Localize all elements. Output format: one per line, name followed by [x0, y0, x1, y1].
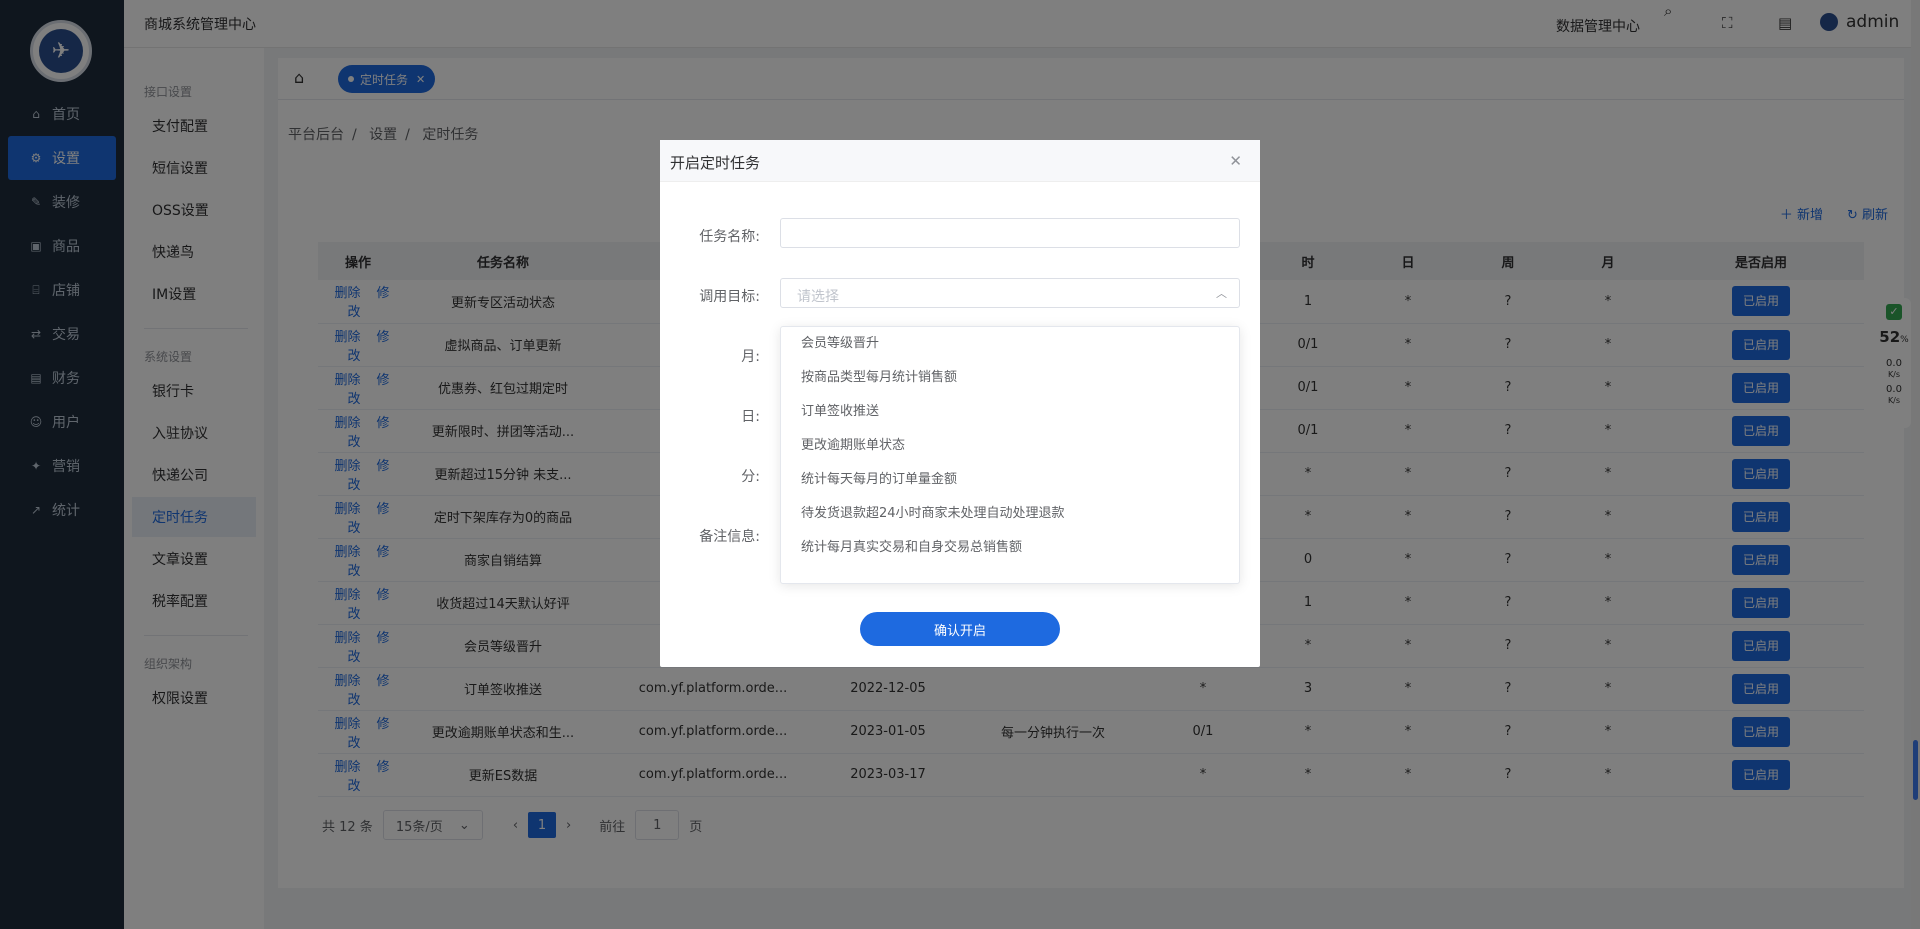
- task-name-label: 任务名称:: [699, 229, 760, 245]
- dropdown-option[interactable]: 订单签收推送: [781, 395, 1239, 429]
- task-name-row: 任务名称:: [660, 218, 1260, 250]
- day-label: 日:: [741, 409, 760, 425]
- remark-label: 备注信息:: [699, 529, 760, 545]
- dropdown-option[interactable]: 按商品类型每月统计销售额: [781, 361, 1239, 395]
- target-label: 调用目标:: [699, 289, 760, 305]
- target-placeholder: 请选择: [797, 289, 839, 305]
- close-icon[interactable]: ✕: [1229, 152, 1242, 170]
- task-name-input[interactable]: [780, 218, 1240, 248]
- month-label: 月:: [741, 349, 760, 365]
- dialog-header: 开启定时任务 ✕: [660, 140, 1260, 182]
- target-row: 调用目标: 请选择 ︿: [660, 278, 1260, 310]
- dropdown-option[interactable]: 统计每天每月的订单量金额: [781, 463, 1239, 497]
- dropdown-option[interactable]: 统计每月真实交易和自身交易总销售额: [781, 531, 1239, 565]
- minute-label: 分:: [741, 469, 760, 485]
- confirm-button[interactable]: 确认开启: [860, 612, 1060, 646]
- chevron-up-icon: ︿: [1216, 287, 1227, 300]
- start-task-dialog: 开启定时任务 ✕ 任务名称: 调用目标: 请选择 ︿ 月: 日: 分: 备注信息…: [660, 140, 1260, 667]
- target-dropdown: 会员等级晋升 按商品类型每月统计销售额 订单签收推送 更改逾期账单状态 统计每天每月的订…: [780, 326, 1240, 584]
- dropdown-option[interactable]: 会员等级晋升: [781, 327, 1239, 361]
- dialog-title: 开启定时任务: [670, 154, 761, 172]
- dropdown-option[interactable]: 待发货退款超24小时商家未处理自动处理退款: [781, 497, 1239, 531]
- dropdown-option[interactable]: 更改逾期账单状态: [781, 429, 1239, 463]
- target-select[interactable]: 请选择 ︿: [780, 278, 1240, 308]
